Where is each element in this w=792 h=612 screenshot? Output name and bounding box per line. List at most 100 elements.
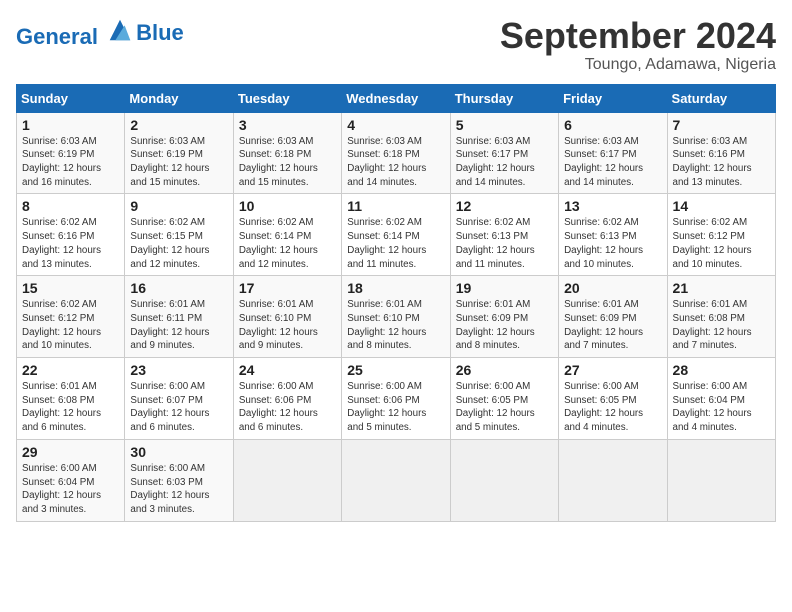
day-cell: 14 Sunrise: 6:02 AM Sunset: 6:12 PM Dayl… — [667, 194, 775, 276]
day-cell: 12 Sunrise: 6:02 AM Sunset: 6:13 PM Dayl… — [450, 194, 558, 276]
day-info: Sunrise: 6:02 AM Sunset: 6:15 PM Dayligh… — [130, 216, 227, 271]
column-header-friday: Friday — [559, 84, 667, 112]
day-info: Sunrise: 6:03 AM Sunset: 6:16 PM Dayligh… — [673, 135, 770, 190]
day-cell — [667, 439, 775, 521]
day-number: 6 — [564, 117, 661, 133]
day-cell: 13 Sunrise: 6:02 AM Sunset: 6:13 PM Dayl… — [559, 194, 667, 276]
day-cell — [342, 439, 450, 521]
day-cell: 11 Sunrise: 6:02 AM Sunset: 6:14 PM Dayl… — [342, 194, 450, 276]
column-header-wednesday: Wednesday — [342, 84, 450, 112]
day-info: Sunrise: 6:02 AM Sunset: 6:14 PM Dayligh… — [239, 216, 336, 271]
logo-text: General — [16, 16, 134, 49]
day-number: 21 — [673, 280, 770, 296]
day-info: Sunrise: 6:00 AM Sunset: 6:05 PM Dayligh… — [564, 380, 661, 435]
day-number: 25 — [347, 362, 444, 378]
day-cell: 22 Sunrise: 6:01 AM Sunset: 6:08 PM Dayl… — [17, 358, 125, 440]
day-number: 22 — [22, 362, 119, 378]
day-cell: 5 Sunrise: 6:03 AM Sunset: 6:17 PM Dayli… — [450, 112, 558, 194]
week-row-2: 8 Sunrise: 6:02 AM Sunset: 6:16 PM Dayli… — [17, 194, 776, 276]
day-info: Sunrise: 6:02 AM Sunset: 6:16 PM Dayligh… — [22, 216, 119, 271]
day-info: Sunrise: 6:01 AM Sunset: 6:11 PM Dayligh… — [130, 298, 227, 353]
location-title: Toungo, Adamawa, Nigeria — [500, 56, 776, 74]
calendar-table: SundayMondayTuesdayWednesdayThursdayFrid… — [16, 84, 776, 522]
day-number: 4 — [347, 117, 444, 133]
day-number: 27 — [564, 362, 661, 378]
day-cell: 26 Sunrise: 6:00 AM Sunset: 6:05 PM Dayl… — [450, 358, 558, 440]
day-number: 8 — [22, 198, 119, 214]
day-info: Sunrise: 6:03 AM Sunset: 6:19 PM Dayligh… — [22, 135, 119, 190]
day-info: Sunrise: 6:01 AM Sunset: 6:10 PM Dayligh… — [347, 298, 444, 353]
day-cell: 21 Sunrise: 6:01 AM Sunset: 6:08 PM Dayl… — [667, 276, 775, 358]
day-info: Sunrise: 6:03 AM Sunset: 6:17 PM Dayligh… — [564, 135, 661, 190]
day-cell: 2 Sunrise: 6:03 AM Sunset: 6:19 PM Dayli… — [125, 112, 233, 194]
day-number: 16 — [130, 280, 227, 296]
day-info: Sunrise: 6:01 AM Sunset: 6:09 PM Dayligh… — [456, 298, 553, 353]
day-cell: 19 Sunrise: 6:01 AM Sunset: 6:09 PM Dayl… — [450, 276, 558, 358]
page-header: General Blue September 2024 Toungo, Adam… — [16, 16, 776, 74]
day-info: Sunrise: 6:02 AM Sunset: 6:12 PM Dayligh… — [22, 298, 119, 353]
day-info: Sunrise: 6:00 AM Sunset: 6:06 PM Dayligh… — [239, 380, 336, 435]
day-cell: 9 Sunrise: 6:02 AM Sunset: 6:15 PM Dayli… — [125, 194, 233, 276]
day-cell — [450, 439, 558, 521]
day-cell: 23 Sunrise: 6:00 AM Sunset: 6:07 PM Dayl… — [125, 358, 233, 440]
day-cell: 29 Sunrise: 6:00 AM Sunset: 6:04 PM Dayl… — [17, 439, 125, 521]
day-cell: 6 Sunrise: 6:03 AM Sunset: 6:17 PM Dayli… — [559, 112, 667, 194]
day-info: Sunrise: 6:00 AM Sunset: 6:05 PM Dayligh… — [456, 380, 553, 435]
day-info: Sunrise: 6:00 AM Sunset: 6:04 PM Dayligh… — [673, 380, 770, 435]
day-cell: 8 Sunrise: 6:02 AM Sunset: 6:16 PM Dayli… — [17, 194, 125, 276]
day-cell: 24 Sunrise: 6:00 AM Sunset: 6:06 PM Dayl… — [233, 358, 341, 440]
column-header-monday: Monday — [125, 84, 233, 112]
day-info: Sunrise: 6:00 AM Sunset: 6:06 PM Dayligh… — [347, 380, 444, 435]
day-info: Sunrise: 6:01 AM Sunset: 6:08 PM Dayligh… — [673, 298, 770, 353]
day-info: Sunrise: 6:00 AM Sunset: 6:03 PM Dayligh… — [130, 462, 227, 517]
logo-blue-text: Blue — [136, 21, 184, 45]
day-cell: 27 Sunrise: 6:00 AM Sunset: 6:05 PM Dayl… — [559, 358, 667, 440]
day-cell: 4 Sunrise: 6:03 AM Sunset: 6:18 PM Dayli… — [342, 112, 450, 194]
day-cell: 3 Sunrise: 6:03 AM Sunset: 6:18 PM Dayli… — [233, 112, 341, 194]
day-number: 18 — [347, 280, 444, 296]
day-cell: 16 Sunrise: 6:01 AM Sunset: 6:11 PM Dayl… — [125, 276, 233, 358]
day-number: 23 — [130, 362, 227, 378]
day-number: 29 — [22, 444, 119, 460]
day-info: Sunrise: 6:02 AM Sunset: 6:13 PM Dayligh… — [564, 216, 661, 271]
day-number: 19 — [456, 280, 553, 296]
day-number: 13 — [564, 198, 661, 214]
column-header-tuesday: Tuesday — [233, 84, 341, 112]
day-number: 7 — [673, 117, 770, 133]
day-cell: 1 Sunrise: 6:03 AM Sunset: 6:19 PM Dayli… — [17, 112, 125, 194]
day-cell: 30 Sunrise: 6:00 AM Sunset: 6:03 PM Dayl… — [125, 439, 233, 521]
day-number: 11 — [347, 198, 444, 214]
day-info: Sunrise: 6:02 AM Sunset: 6:13 PM Dayligh… — [456, 216, 553, 271]
day-number: 30 — [130, 444, 227, 460]
month-title: September 2024 — [500, 16, 776, 56]
day-number: 1 — [22, 117, 119, 133]
week-row-4: 22 Sunrise: 6:01 AM Sunset: 6:08 PM Dayl… — [17, 358, 776, 440]
day-cell — [233, 439, 341, 521]
week-row-5: 29 Sunrise: 6:00 AM Sunset: 6:04 PM Dayl… — [17, 439, 776, 521]
day-info: Sunrise: 6:03 AM Sunset: 6:18 PM Dayligh… — [239, 135, 336, 190]
logo-icon — [106, 16, 134, 44]
day-number: 14 — [673, 198, 770, 214]
column-header-saturday: Saturday — [667, 84, 775, 112]
day-cell: 28 Sunrise: 6:00 AM Sunset: 6:04 PM Dayl… — [667, 358, 775, 440]
week-row-3: 15 Sunrise: 6:02 AM Sunset: 6:12 PM Dayl… — [17, 276, 776, 358]
day-info: Sunrise: 6:02 AM Sunset: 6:12 PM Dayligh… — [673, 216, 770, 271]
title-block: September 2024 Toungo, Adamawa, Nigeria — [500, 16, 776, 74]
calendar-header-row: SundayMondayTuesdayWednesdayThursdayFrid… — [17, 84, 776, 112]
day-number: 5 — [456, 117, 553, 133]
day-info: Sunrise: 6:01 AM Sunset: 6:10 PM Dayligh… — [239, 298, 336, 353]
day-number: 24 — [239, 362, 336, 378]
day-info: Sunrise: 6:03 AM Sunset: 6:19 PM Dayligh… — [130, 135, 227, 190]
day-cell: 18 Sunrise: 6:01 AM Sunset: 6:10 PM Dayl… — [342, 276, 450, 358]
day-number: 12 — [456, 198, 553, 214]
column-header-thursday: Thursday — [450, 84, 558, 112]
day-info: Sunrise: 6:02 AM Sunset: 6:14 PM Dayligh… — [347, 216, 444, 271]
day-cell: 20 Sunrise: 6:01 AM Sunset: 6:09 PM Dayl… — [559, 276, 667, 358]
day-info: Sunrise: 6:03 AM Sunset: 6:17 PM Dayligh… — [456, 135, 553, 190]
day-number: 9 — [130, 198, 227, 214]
day-info: Sunrise: 6:03 AM Sunset: 6:18 PM Dayligh… — [347, 135, 444, 190]
day-cell: 10 Sunrise: 6:02 AM Sunset: 6:14 PM Dayl… — [233, 194, 341, 276]
day-number: 10 — [239, 198, 336, 214]
day-info: Sunrise: 6:00 AM Sunset: 6:07 PM Dayligh… — [130, 380, 227, 435]
day-number: 26 — [456, 362, 553, 378]
